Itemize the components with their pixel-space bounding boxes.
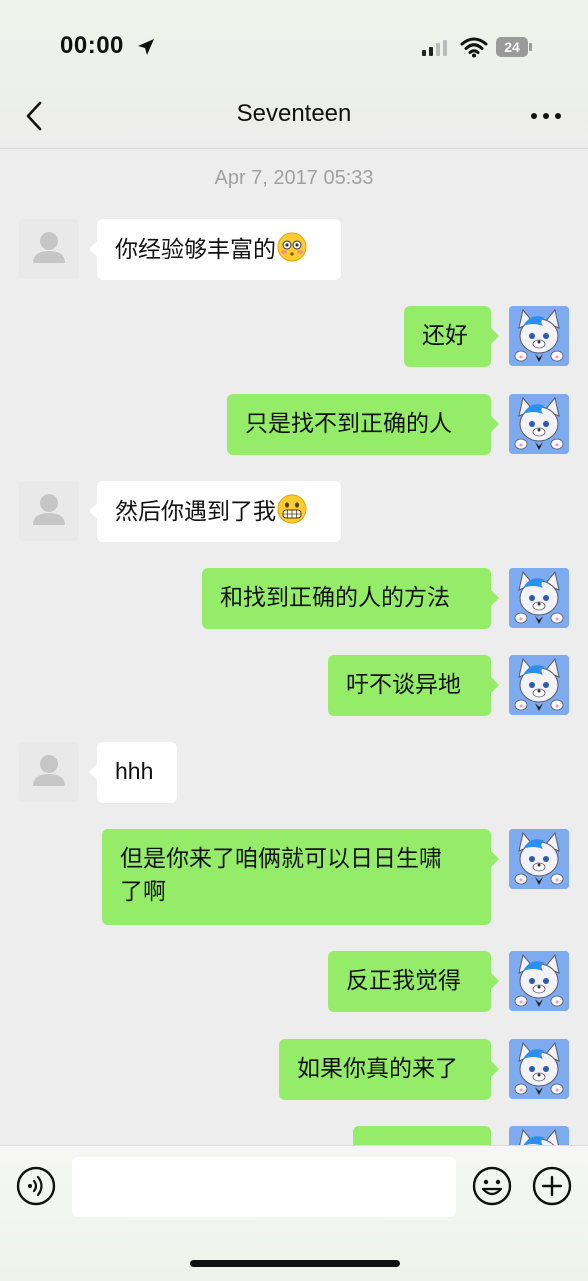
sent-message[interactable]: 但是你来了咱俩就可以日日生啸 了啊 xyxy=(102,829,499,925)
message-text: 和找到正确的人的方法 xyxy=(220,584,450,610)
more-dots-icon[interactable] xyxy=(528,104,564,128)
chat-title: Seventeen xyxy=(236,100,352,127)
sent-message[interactable]: 只是找不到正确的人 xyxy=(227,394,499,455)
voice-icon[interactable] xyxy=(16,1166,56,1206)
battery-indicator: 24 xyxy=(496,37,532,57)
battery-nub xyxy=(529,43,532,51)
my-avatar[interactable] xyxy=(509,394,569,454)
message-text: hhh xyxy=(115,758,154,784)
contact-avatar[interactable] xyxy=(19,219,79,279)
sent-message[interactable]: 和找到正确的人的方法 xyxy=(202,568,499,629)
cellular-signal-icon xyxy=(422,40,447,56)
flushed-face-icon xyxy=(277,232,307,262)
my-avatar[interactable] xyxy=(509,568,569,628)
my-avatar[interactable] xyxy=(509,829,569,889)
message-text-line-2: 了啊 xyxy=(120,878,166,904)
my-avatar[interactable] xyxy=(509,306,569,366)
battery-level: 24 xyxy=(496,37,528,57)
message-input[interactable] xyxy=(72,1157,456,1217)
sent-message[interactable]: 还好 xyxy=(404,306,499,367)
grimacing-face-icon xyxy=(277,494,307,524)
message-text: 只是找不到正确的人 xyxy=(245,410,452,436)
message-text: 然后你遇到了我 xyxy=(115,498,276,524)
message-text: 吁不谈异地 xyxy=(346,671,461,697)
message-text: 你经验够丰富的 xyxy=(115,236,276,262)
received-message[interactable]: 然后你遇到了我 xyxy=(89,481,341,542)
status-time: 00:00 xyxy=(60,32,124,59)
contact-avatar[interactable] xyxy=(19,742,79,802)
message-timestamp: Apr 7, 2017 05:33 xyxy=(214,167,374,189)
my-avatar[interactable] xyxy=(509,655,569,715)
wifi-icon xyxy=(460,37,488,58)
sent-message[interactable]: 吁不谈异地 xyxy=(328,655,499,716)
contact-avatar[interactable] xyxy=(19,481,79,541)
sent-message[interactable]: 反正我觉得 xyxy=(328,951,499,1012)
received-message[interactable]: 你经验够丰富的 xyxy=(89,219,341,280)
sent-message[interactable]: 如果你真的来了 xyxy=(279,1039,499,1100)
message-text-line-1: 但是你来了咱俩就可以日日生啸 xyxy=(120,845,442,871)
plus-icon[interactable] xyxy=(532,1166,572,1206)
location-arrow-icon xyxy=(138,39,154,55)
message-text: 还好 xyxy=(422,322,468,348)
message-text: 如果你真的来了 xyxy=(297,1055,458,1081)
my-avatar[interactable] xyxy=(509,951,569,1011)
emoji-icon[interactable] xyxy=(472,1166,512,1206)
home-indicator[interactable] xyxy=(190,1260,400,1267)
my-avatar[interactable] xyxy=(509,1039,569,1099)
message-text: 反正我觉得 xyxy=(346,967,461,993)
received-message[interactable]: hhh xyxy=(89,742,177,803)
